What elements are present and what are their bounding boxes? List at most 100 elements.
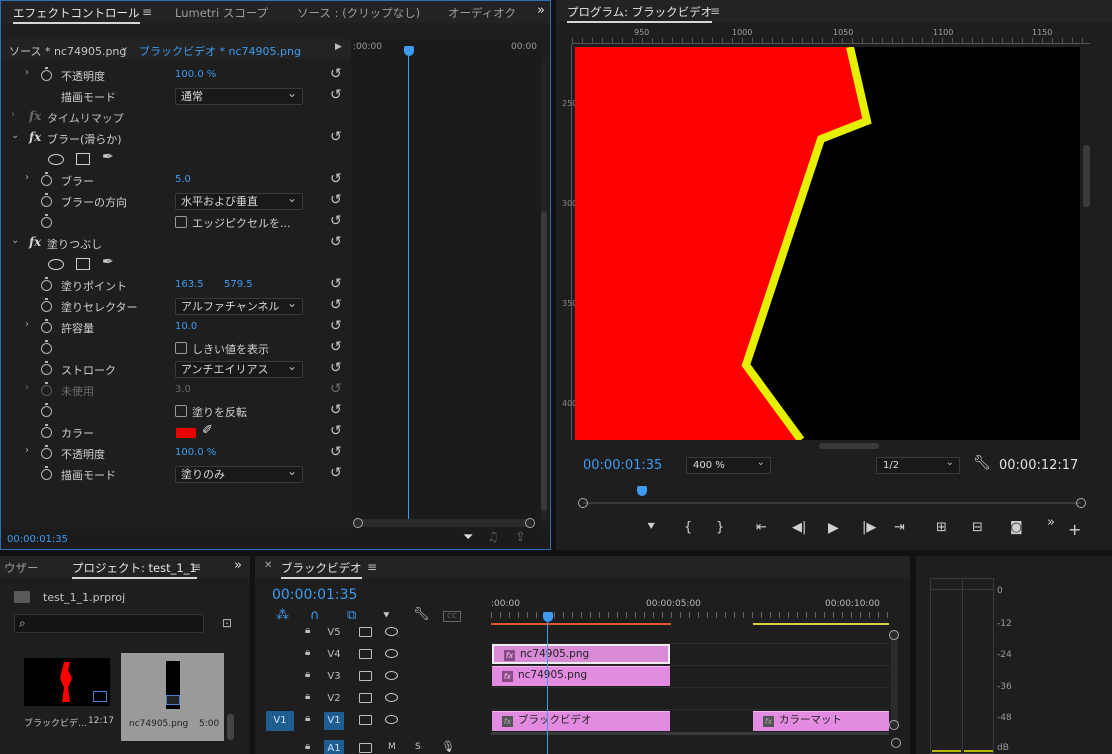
param-color[interactable]: カラー ✐ ↺ bbox=[1, 422, 351, 443]
param-blur-dimensions[interactable]: ブラーの方向 水平および垂直 ↺ bbox=[1, 191, 351, 212]
effect-gaussian-blur[interactable]: ⌄ fx ブラー(滑らか) ↺ bbox=[1, 128, 351, 149]
param-blurriness[interactable]: › ブラー 5.0 ↺ bbox=[1, 170, 351, 191]
blend-mode-dropdown[interactable]: 通常 bbox=[175, 86, 303, 105]
go-to-in-icon[interactable]: ⇤ bbox=[756, 520, 767, 535]
param-value[interactable]: 100.0 % bbox=[175, 69, 216, 80]
effect-paint-bucket[interactable]: ⌄ fx 塗りつぶし ↺ bbox=[1, 233, 351, 254]
linked-selection-icon[interactable]: ⧉ bbox=[347, 608, 356, 623]
program-video-frame[interactable] bbox=[575, 47, 1080, 440]
sync-lock-icon[interactable] bbox=[359, 743, 372, 753]
rectangle-mask-icon[interactable] bbox=[76, 153, 90, 165]
stopwatch-icon[interactable] bbox=[41, 340, 52, 354]
clip-v1-black-video[interactable]: fx ブラックビデオ bbox=[492, 711, 670, 731]
param-value[interactable]: 5.0 bbox=[175, 174, 191, 185]
eye-icon[interactable] bbox=[385, 715, 398, 724]
source-label[interactable]: ソース * nc74905.png bbox=[9, 43, 126, 59]
reset-icon[interactable]: ↺ bbox=[330, 276, 342, 292]
extract-icon[interactable]: ⊟ bbox=[972, 520, 983, 535]
twirl-icon[interactable]: › bbox=[25, 67, 29, 78]
reset-icon[interactable]: ↺ bbox=[330, 66, 342, 82]
track-name[interactable]: V4 bbox=[324, 646, 344, 664]
param-value[interactable]: 100.0 % bbox=[175, 447, 216, 458]
blur-dimensions-dropdown[interactable]: 水平および垂直 bbox=[175, 191, 303, 210]
stopwatch-icon[interactable] bbox=[41, 298, 52, 312]
video-vscrollbar[interactable] bbox=[1083, 145, 1090, 207]
param-fill-point[interactable]: 塗りポイント 163.5 579.5 ↺ bbox=[1, 275, 351, 296]
play-icon[interactable]: ▶ bbox=[828, 520, 839, 536]
pen-mask-icon[interactable]: ✒ bbox=[102, 149, 114, 165]
reset-icon[interactable]: ↺ bbox=[330, 129, 342, 145]
reset-icon[interactable]: ↺ bbox=[330, 213, 342, 229]
lock-icon[interactable]: 🔒︎ bbox=[305, 713, 310, 724]
track-a1[interactable]: 🔒︎ A1 M S 🎙︎ bbox=[255, 738, 891, 754]
clip-v3-nc74905[interactable]: fx nc74905.png bbox=[492, 666, 670, 686]
lock-icon[interactable]: 🔒︎ bbox=[305, 647, 310, 658]
program-playhead[interactable] bbox=[637, 486, 647, 496]
wrench-icon[interactable]: 🔧︎ bbox=[973, 455, 991, 471]
panel-menu-icon[interactable]: ≡ bbox=[367, 560, 377, 574]
track-name[interactable]: V3 bbox=[324, 668, 344, 686]
reset-icon[interactable]: ↺ bbox=[330, 318, 342, 334]
color-swatch[interactable] bbox=[176, 428, 196, 438]
repeat-edge-checkbox[interactable] bbox=[175, 216, 187, 228]
add-marker-icon[interactable]: ⯆ bbox=[646, 520, 656, 535]
export-frame-icon[interactable]: ◙ bbox=[1010, 520, 1023, 535]
timeline-vscroll[interactable] bbox=[889, 630, 899, 730]
reset-icon[interactable]: ↺ bbox=[330, 297, 342, 313]
timeline-timecode[interactable]: 00:00:01:35 bbox=[272, 587, 357, 603]
captions-icon[interactable]: CC bbox=[443, 611, 461, 622]
effect-current-time[interactable]: 00:00:01:35 bbox=[7, 534, 68, 545]
lock-icon[interactable]: 🔒︎ bbox=[305, 625, 310, 636]
source-patch-v1[interactable]: V1 bbox=[266, 711, 294, 731]
stopwatch-icon[interactable] bbox=[41, 466, 52, 480]
reset-icon[interactable]: ↺ bbox=[330, 360, 342, 376]
stopwatch-icon[interactable] bbox=[41, 424, 52, 438]
fill-blend-dropdown[interactable]: 塗りのみ bbox=[175, 464, 303, 483]
track-name[interactable]: V2 bbox=[324, 690, 344, 708]
audio-only-icon[interactable]: ♫ bbox=[487, 530, 499, 545]
mute-button[interactable]: M bbox=[388, 742, 396, 752]
tab-program[interactable]: プログラム: ブラックビデオ bbox=[567, 4, 713, 23]
mark-in-icon[interactable]: { bbox=[684, 520, 692, 535]
stroke-dropdown[interactable]: アンチエイリアス bbox=[175, 359, 303, 378]
go-to-out-icon[interactable]: ⇥ bbox=[894, 520, 905, 535]
project-item-black-video[interactable]: ブラックビデ... 12:17 bbox=[20, 652, 114, 738]
twirl-open-icon[interactable]: ⌄ bbox=[11, 235, 19, 246]
wrench-icon[interactable]: 🔧︎ bbox=[413, 607, 430, 622]
reset-icon[interactable]: ↺ bbox=[330, 444, 342, 460]
reset-icon[interactable]: ↺ bbox=[330, 171, 342, 187]
param-stroke[interactable]: ストローク アンチエイリアス ↺ bbox=[1, 359, 351, 380]
param-blend-mode[interactable]: 描画モード 通常 ↺ bbox=[1, 86, 351, 107]
filter-icon[interactable]: ⏷ bbox=[463, 530, 473, 545]
lock-icon[interactable]: 🔒︎ bbox=[305, 741, 310, 752]
panel-menu-icon[interactable]: ≡ bbox=[142, 5, 152, 19]
stopwatch-icon[interactable] bbox=[41, 277, 52, 291]
stopwatch-icon[interactable] bbox=[41, 193, 52, 207]
view-threshold-checkbox[interactable] bbox=[175, 342, 187, 354]
twirl-icon[interactable]: › bbox=[25, 445, 29, 456]
zoom-dropdown[interactable]: 400 % ⌄ bbox=[686, 457, 771, 474]
twirl-open-icon[interactable]: ⌄ bbox=[11, 130, 19, 141]
sequence-label[interactable]: ブラックビデオ * nc74905.png bbox=[139, 43, 301, 59]
tab-project[interactable]: プロジェクト: test_1_1 bbox=[72, 560, 197, 579]
nest-icon[interactable]: ⁂ bbox=[276, 608, 289, 623]
chevron-down-icon[interactable]: ⌄ bbox=[120, 40, 129, 53]
eye-icon[interactable] bbox=[385, 627, 398, 636]
twirl-icon[interactable]: › bbox=[11, 109, 15, 120]
timeline-playhead[interactable] bbox=[543, 612, 553, 622]
fill-point-y[interactable]: 579.5 bbox=[224, 279, 253, 290]
video-hscrollbar[interactable] bbox=[819, 443, 879, 449]
tab-browser[interactable]: ウザー bbox=[4, 560, 39, 576]
pen-mask-icon[interactable]: ✒ bbox=[102, 254, 114, 270]
param-view-threshold[interactable]: しきい値を表示 ↺ bbox=[1, 338, 351, 359]
clip-v4-nc74905[interactable]: fx nc74905.png bbox=[492, 644, 670, 664]
eye-icon[interactable] bbox=[385, 671, 398, 680]
param-tolerance[interactable]: › 許容量 10.0 ↺ bbox=[1, 317, 351, 338]
stopwatch-icon[interactable] bbox=[41, 67, 52, 81]
sync-lock-icon[interactable] bbox=[359, 627, 372, 637]
param-opacity-fill[interactable]: › 不透明度 100.0 % ↺ bbox=[1, 443, 351, 464]
reset-icon[interactable]: ↺ bbox=[330, 192, 342, 208]
ellipse-mask-icon[interactable] bbox=[48, 154, 64, 165]
reset-icon[interactable]: ↺ bbox=[330, 87, 342, 103]
param-blend-mode-fill[interactable]: 描画モード 塗りのみ ↺ bbox=[1, 464, 351, 485]
